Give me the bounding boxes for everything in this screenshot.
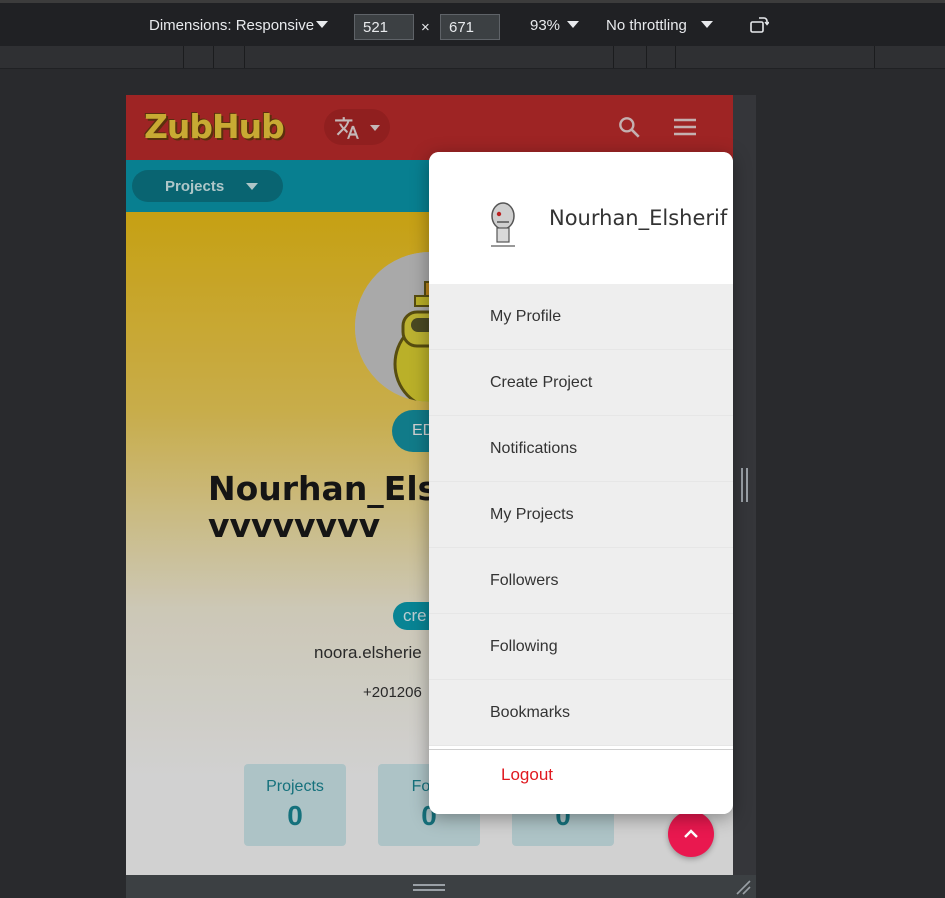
menu-list: My Profile Create Project Notifications … bbox=[429, 284, 733, 746]
logout-button[interactable]: Logout bbox=[429, 749, 733, 814]
menu-item-my-projects[interactable]: My Projects bbox=[429, 482, 733, 548]
menu-item-label: My Projects bbox=[490, 506, 574, 523]
menu-item-label: Bookmarks bbox=[490, 704, 571, 721]
times-symbol: × bbox=[421, 19, 430, 36]
chevron-up-icon bbox=[684, 829, 698, 838]
menu-item-label: Notifications bbox=[490, 440, 578, 457]
dimensions-dropdown[interactable]: Dimensions: Responsive bbox=[149, 17, 314, 34]
menu-header[interactable]: Nourhan_Elsherif bbox=[429, 152, 733, 284]
menu-item-bookmarks[interactable]: Bookmarks bbox=[429, 680, 733, 746]
chevron-down-icon[interactable] bbox=[567, 21, 579, 28]
menu-username: Nourhan_Elsherif bbox=[549, 206, 728, 230]
menu-item-label: Followers bbox=[490, 572, 559, 589]
menu-item-label: Following bbox=[490, 638, 558, 655]
menu-item-followers[interactable]: Followers bbox=[429, 548, 733, 614]
scroll-to-top-button[interactable] bbox=[668, 811, 714, 857]
resize-corner-icon[interactable] bbox=[735, 879, 751, 895]
bottom-resize-bar[interactable] bbox=[126, 875, 756, 898]
profile-dropdown-menu: Nourhan_Elsherif My Profile Create Proje… bbox=[429, 152, 733, 814]
throttling-dropdown[interactable]: No throttling bbox=[606, 17, 687, 34]
zoom-dropdown[interactable]: 93% bbox=[530, 17, 560, 34]
right-resize-bar[interactable] bbox=[733, 95, 756, 875]
width-input[interactable]: 521 bbox=[354, 14, 414, 40]
media-query-ruler bbox=[0, 46, 945, 69]
chevron-down-icon[interactable] bbox=[701, 21, 713, 28]
menu-item-notifications[interactable]: Notifications bbox=[429, 416, 733, 482]
menu-item-label: My Profile bbox=[490, 308, 562, 325]
menu-item-label: Create Project bbox=[490, 374, 593, 391]
devtools-toolbar: Dimensions: Responsive 521 × 671 93% No … bbox=[0, 0, 945, 46]
chevron-down-icon[interactable] bbox=[316, 21, 328, 28]
logout-label: Logout bbox=[501, 765, 553, 784]
menu-item-create-project[interactable]: Create Project bbox=[429, 350, 733, 416]
height-input[interactable]: 671 bbox=[440, 14, 500, 40]
rotate-icon[interactable] bbox=[749, 16, 769, 36]
avatar bbox=[491, 202, 515, 247]
menu-item-following[interactable]: Following bbox=[429, 614, 733, 680]
menu-item-my-profile[interactable]: My Profile bbox=[429, 284, 733, 350]
